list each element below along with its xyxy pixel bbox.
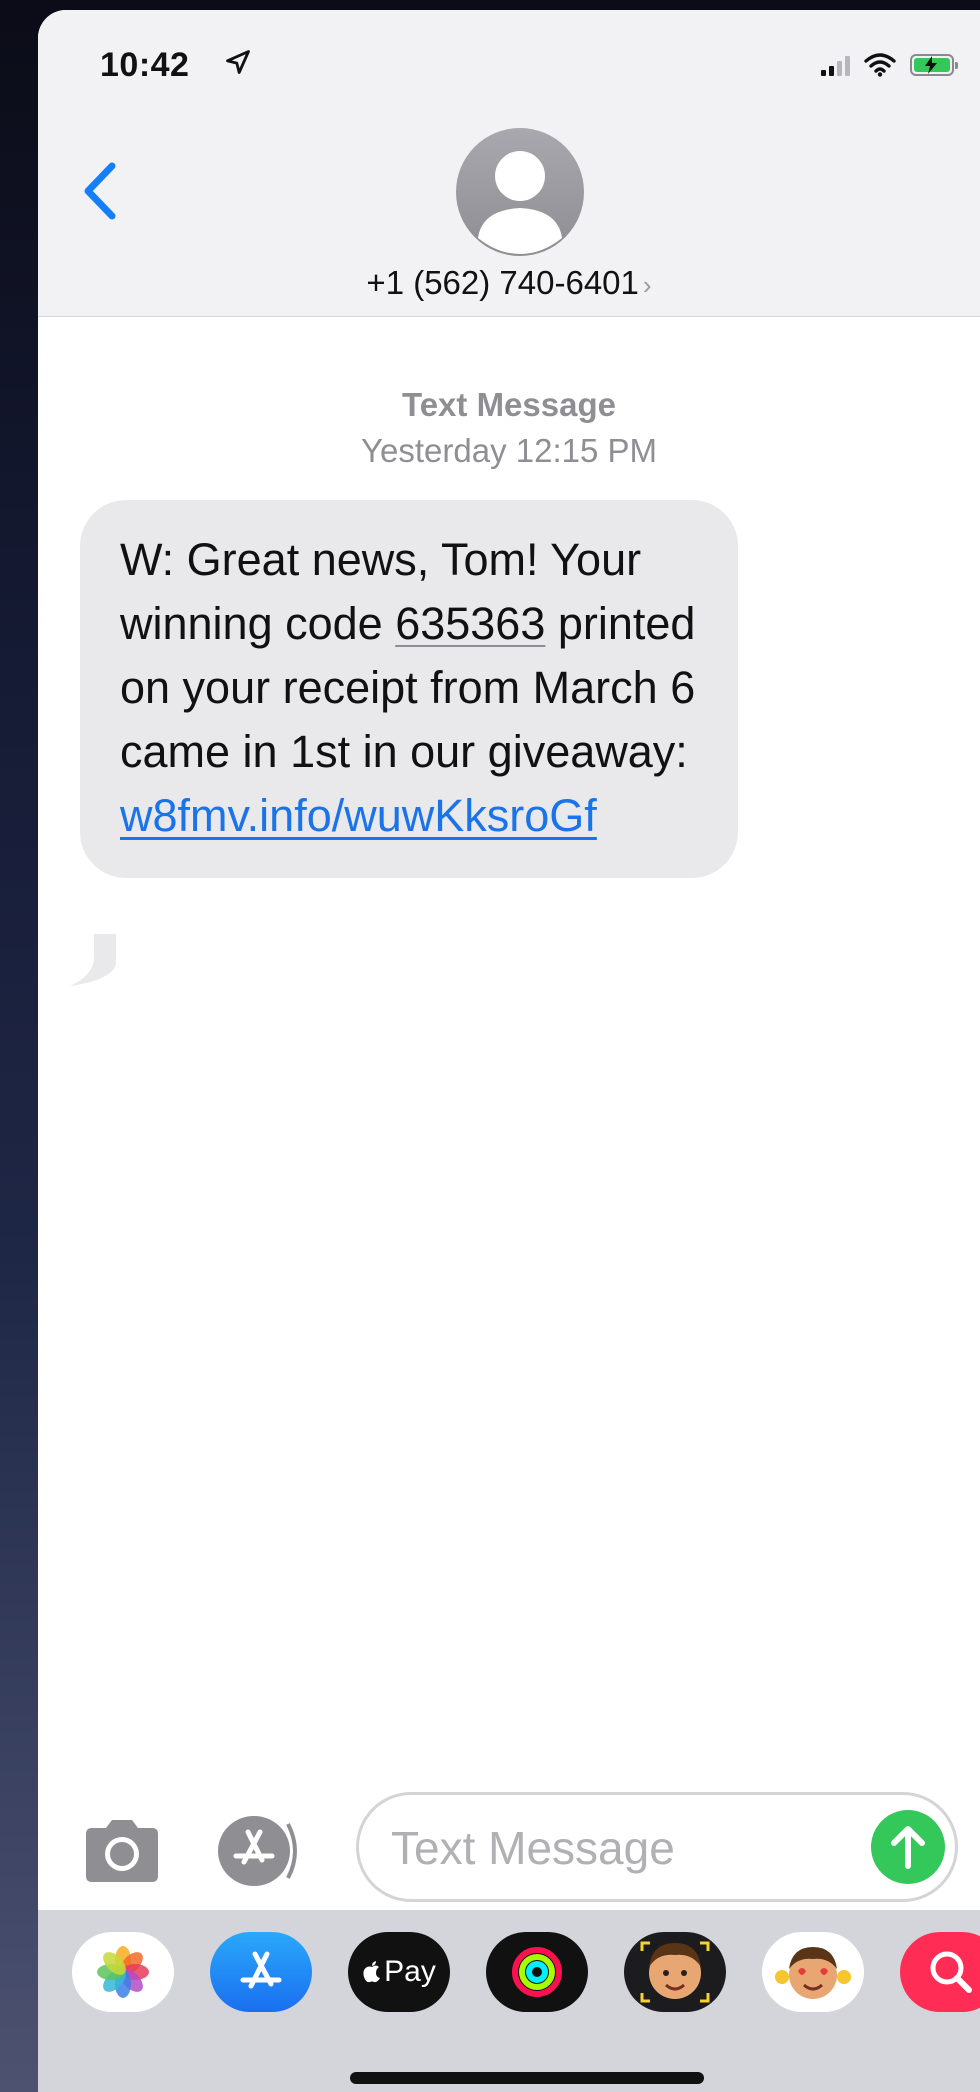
- apple-pay-icon: [363, 1961, 381, 1983]
- app-store-button[interactable]: [214, 1814, 304, 1888]
- apple-pay-app-button[interactable]: Pay: [348, 1932, 450, 2012]
- apple-pay-label: Pay: [384, 1955, 436, 1988]
- service-label: Text Message: [402, 386, 616, 423]
- chevron-left-icon: [84, 162, 116, 220]
- messages-screen: 10:42 +1 (562) 740-6401 › Text Message Y…: [38, 10, 980, 2092]
- back-button[interactable]: [74, 156, 130, 226]
- camera-button[interactable]: [80, 1816, 164, 1886]
- home-indicator[interactable]: [350, 2072, 704, 2084]
- winning-code[interactable]: 635363: [395, 598, 545, 649]
- camera-icon: [86, 1820, 158, 1882]
- memoji-icon: [640, 1941, 710, 2003]
- wifi-icon: [864, 53, 896, 77]
- message-meta: Text Message Yesterday 12:15 PM: [38, 382, 980, 474]
- cellular-signal-icon: [821, 54, 850, 76]
- app-store-icon: [240, 1951, 282, 1989]
- arrow-up-icon: [891, 1826, 925, 1869]
- memoji-app-button[interactable]: [624, 1932, 726, 2012]
- message-timestamp: Yesterday 12:15 PM: [361, 432, 657, 469]
- app-store-icon: [218, 1816, 297, 1886]
- photos-app-button[interactable]: [72, 1932, 174, 2012]
- location-arrow-icon: [226, 50, 250, 74]
- photos-icon: [97, 1946, 149, 1998]
- bubble-tail: [70, 934, 116, 986]
- message-input-container: [356, 1792, 958, 1902]
- message-link[interactable]: w8fmv.info/wuwKksroGf: [120, 790, 597, 841]
- app-store-app-button[interactable]: [210, 1932, 312, 2012]
- incoming-message-bubble[interactable]: W: Great news, Tom! Your winning code 63…: [80, 500, 738, 878]
- activity-app-button[interactable]: [486, 1932, 588, 2012]
- status-indicators: [821, 50, 958, 80]
- activity-rings-icon: [512, 1947, 562, 1997]
- contact-avatar[interactable]: [456, 128, 584, 256]
- images-search-app-button[interactable]: [900, 1932, 980, 2012]
- memoji-stickers-app-button[interactable]: [762, 1932, 864, 2012]
- memoji-stickers-icon: [775, 1947, 851, 1999]
- images-search-icon: [930, 1951, 972, 1993]
- battery-charging-icon: [910, 54, 958, 76]
- app-drawer: Pay: [38, 1910, 980, 2092]
- contact-chevron: ›: [642, 270, 652, 300]
- conversation-header: 10:42 +1 (562) 740-6401 ›: [38, 10, 980, 317]
- contact-number: +1 (562) 740-6401: [366, 264, 639, 301]
- status-time: 10:42: [100, 46, 190, 84]
- contact-name-button[interactable]: +1 (562) 740-6401 ›: [38, 264, 980, 302]
- person-placeholder-icon: [478, 151, 562, 254]
- send-button[interactable]: [871, 1810, 945, 1884]
- message-input[interactable]: [389, 1813, 833, 1883]
